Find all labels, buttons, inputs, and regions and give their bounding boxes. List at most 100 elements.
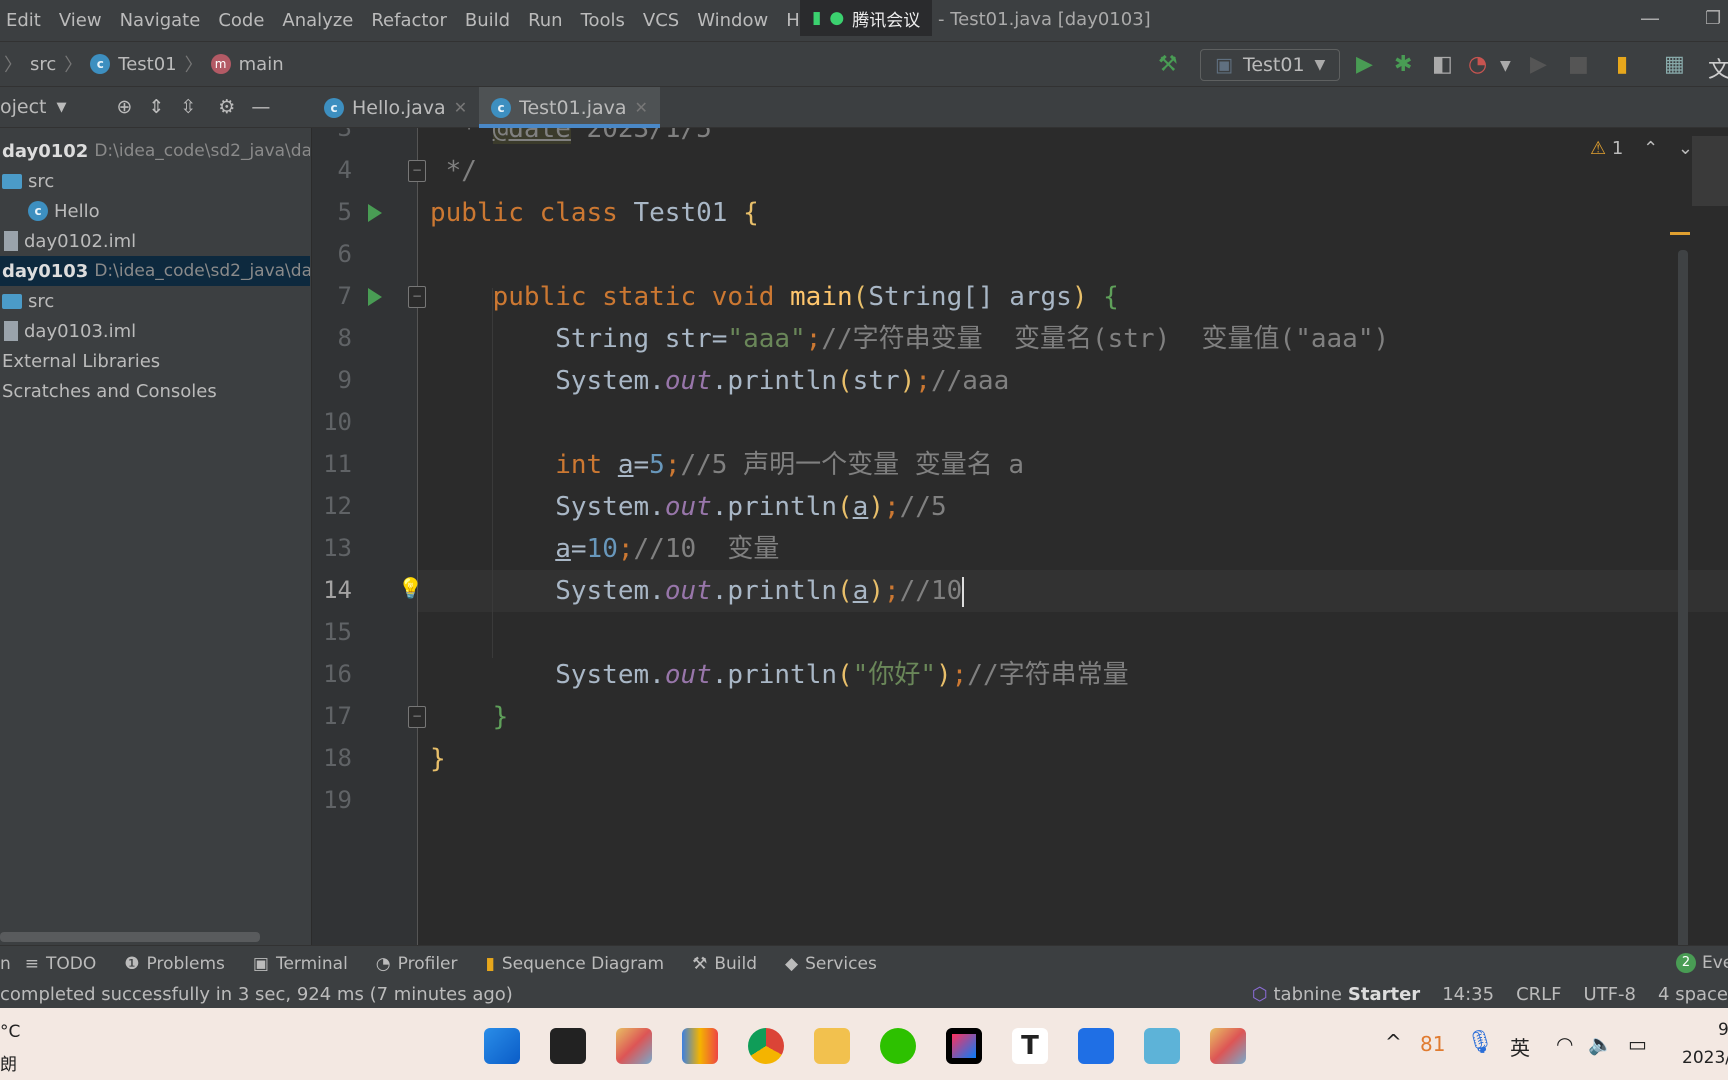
lanxin-icon[interactable] — [1078, 1028, 1114, 1064]
rerun-icon[interactable]: ▶ — [1530, 52, 1547, 77]
menu-item-run[interactable]: Run — [522, 10, 575, 31]
locate-icon[interactable]: ⊕ — [117, 96, 133, 118]
close-icon[interactable]: ✕ — [635, 98, 648, 117]
translate-icon[interactable]: 文 — [1708, 52, 1728, 84]
file-encoding[interactable]: UTF-8 — [1584, 984, 1636, 1005]
paint-app-icon[interactable] — [1210, 1028, 1246, 1064]
microphone-icon[interactable]: 🎙 — [1466, 1030, 1494, 1055]
battery-icon[interactable]: ▭ — [1628, 1032, 1647, 1056]
chevron-down-icon[interactable]: ▼ — [57, 100, 67, 115]
run-gutter-icon[interactable] — [368, 288, 382, 306]
tool-window-stub[interactable]: n — [0, 954, 11, 974]
tabnine-widget[interactable]: ⬡ tabnine Starter — [1252, 984, 1420, 1005]
menu-item-vcs[interactable]: VCS — [637, 10, 691, 31]
tab-test01-java[interactable]: c Test01.java ✕ — [479, 87, 660, 128]
tree-item[interactable]: Scratches and Consoles — [0, 376, 310, 406]
vcs-update-icon[interactable]: ▮ — [1616, 52, 1628, 77]
code-line[interactable]: int a=5;//5 声明一个变量 变量名 a — [430, 444, 1024, 486]
collapse-all-icon[interactable]: ⇳ — [180, 96, 196, 118]
start-icon[interactable] — [484, 1028, 520, 1064]
vertical-scrollbar[interactable] — [1678, 250, 1688, 945]
intellij-icon[interactable] — [946, 1028, 982, 1064]
cursor-position[interactable]: 14:35 — [1442, 984, 1494, 1005]
code-line[interactable]: System.out.println(a);//10 — [430, 570, 965, 612]
clock-time[interactable]: 9 — [1718, 1020, 1728, 1040]
toolwindow-build[interactable]: ⚒ Build — [678, 954, 771, 974]
code-line[interactable]: System.out.println(str);//aaa — [430, 360, 1009, 402]
code-line[interactable]: * @date 2023/1/5 — [430, 128, 712, 150]
breadcrumb-class[interactable]: Test01 — [118, 54, 176, 75]
indent-setting[interactable]: 4 space — [1658, 984, 1728, 1005]
restore-button[interactable]: ❐ — [1705, 8, 1721, 29]
tree-item[interactable]: day0102 D:\idea_code\sd2_java\day — [0, 136, 310, 166]
tree-item[interactable]: c Hello — [0, 196, 310, 226]
code-line[interactable]: a=10;//10 变量 — [430, 528, 779, 570]
tab-hello-java[interactable]: c Hello.java ✕ — [312, 87, 479, 128]
hide-icon[interactable]: — — [251, 96, 270, 118]
close-icon[interactable]: ✕ — [454, 98, 467, 117]
toolwindow-sequence-diagram[interactable]: ▮ Sequence Diagram — [472, 954, 679, 974]
coverage-icon[interactable]: ◧ — [1432, 52, 1453, 77]
stop-icon[interactable]: ■ — [1568, 52, 1589, 77]
warning-marker[interactable] — [1670, 232, 1690, 235]
code-line[interactable]: } — [430, 696, 509, 738]
event-log-button[interactable]: 2 Eve — [1676, 953, 1728, 973]
toolwindow-terminal[interactable]: ▣ Terminal — [239, 954, 362, 974]
menu-item-refactor[interactable]: Refactor — [365, 10, 459, 31]
code-line[interactable]: System.out.println(a);//5 — [430, 486, 946, 528]
file-explorer-icon[interactable] — [814, 1028, 850, 1064]
code-line[interactable]: String str="aaa";//字符串变量 变量名(str) 变量值("a… — [430, 318, 1389, 360]
wechat-icon[interactable] — [880, 1028, 916, 1064]
tree-item[interactable]: src — [0, 166, 310, 196]
menu-item-code[interactable]: Code — [212, 10, 276, 31]
expand-all-icon[interactable]: ⇕ — [148, 96, 164, 118]
code-line[interactable]: */ — [430, 150, 477, 192]
minimap[interactable] — [1692, 136, 1728, 206]
horizontal-scrollbar[interactable] — [0, 932, 260, 942]
toolwindow-profiler[interactable]: ◔ Profiler — [362, 954, 472, 974]
build-hammer-icon[interactable]: ⚒ — [1158, 52, 1178, 77]
inspection-widget[interactable]: ⚠ 1 ⌃ ⌄ — [1590, 138, 1693, 159]
status-message[interactable]: completed successfully in 3 sec, 924 ms … — [0, 984, 513, 1005]
menu-item-window[interactable]: Window — [691, 10, 780, 31]
meeting-indicator[interactable]: ▮ ● 腾讯会议 — [800, 0, 933, 36]
chevron-down-icon[interactable]: ⌄ — [1678, 138, 1693, 159]
chevron-up-icon[interactable]: ⌃ — [1643, 138, 1658, 159]
ime-indicator[interactable]: 英 — [1510, 1032, 1530, 1061]
run-icon[interactable]: ▶ — [1356, 52, 1373, 77]
lightbulb-icon[interactable]: 💡 — [398, 576, 423, 600]
menu-item-analyze[interactable]: Analyze — [276, 10, 365, 31]
menu-item-build[interactable]: Build — [459, 10, 522, 31]
project-view-select[interactable]: oject — [0, 96, 47, 118]
toolwindow-problems[interactable]: ❶ Problems — [110, 954, 239, 974]
tree-item[interactable]: src — [0, 286, 310, 316]
chevron-up-icon[interactable]: ^ — [1385, 1030, 1402, 1054]
gear-icon[interactable]: ⚙ — [218, 96, 235, 118]
fold-icon[interactable]: − — [408, 160, 426, 182]
project-structure-icon[interactable]: ▦ — [1664, 52, 1685, 77]
run-gutter-icon[interactable] — [368, 204, 382, 222]
wifi-icon[interactable]: ◠ — [1556, 1032, 1573, 1056]
menu-item-tools[interactable]: Tools — [575, 10, 637, 31]
volume-icon[interactable]: 🔈 — [1588, 1032, 1613, 1056]
code-line[interactable]: public static void main(String[] args) { — [430, 276, 1119, 318]
code-editor[interactable]: 3 4 5 6 7 8 9 10 11 12 13 14 15 16 17 18 19 * @date 2023… — [312, 128, 1728, 945]
weather-temp[interactable]: °C — [0, 1022, 20, 1042]
fold-icon[interactable]: − — [408, 706, 426, 728]
code-line[interactable]: public class Test01 { — [430, 192, 759, 234]
menu-item-view[interactable]: View — [53, 10, 114, 31]
chevron-down-icon[interactable]: ▼ — [1500, 58, 1511, 74]
debug-icon[interactable]: ✱ — [1394, 52, 1412, 77]
app-icon[interactable] — [682, 1028, 718, 1064]
toolwindow-services[interactable]: ◆ Services — [771, 954, 891, 974]
fold-icon[interactable]: − — [408, 286, 426, 308]
clock-date[interactable]: 2023/ — [1682, 1048, 1728, 1068]
tree-item[interactable]: day0103.iml — [0, 316, 310, 346]
weather-desc[interactable]: 朗 — [0, 1050, 17, 1075]
tray-badge[interactable]: 81 — [1420, 1032, 1445, 1056]
toolwindow-todo[interactable]: ≡ TODO — [11, 954, 111, 974]
code-line[interactable]: } — [430, 738, 446, 780]
tree-item[interactable]: External Libraries — [0, 346, 310, 376]
typora-icon[interactable]: T — [1012, 1028, 1048, 1064]
profiler-icon[interactable]: ◔ — [1468, 52, 1487, 77]
